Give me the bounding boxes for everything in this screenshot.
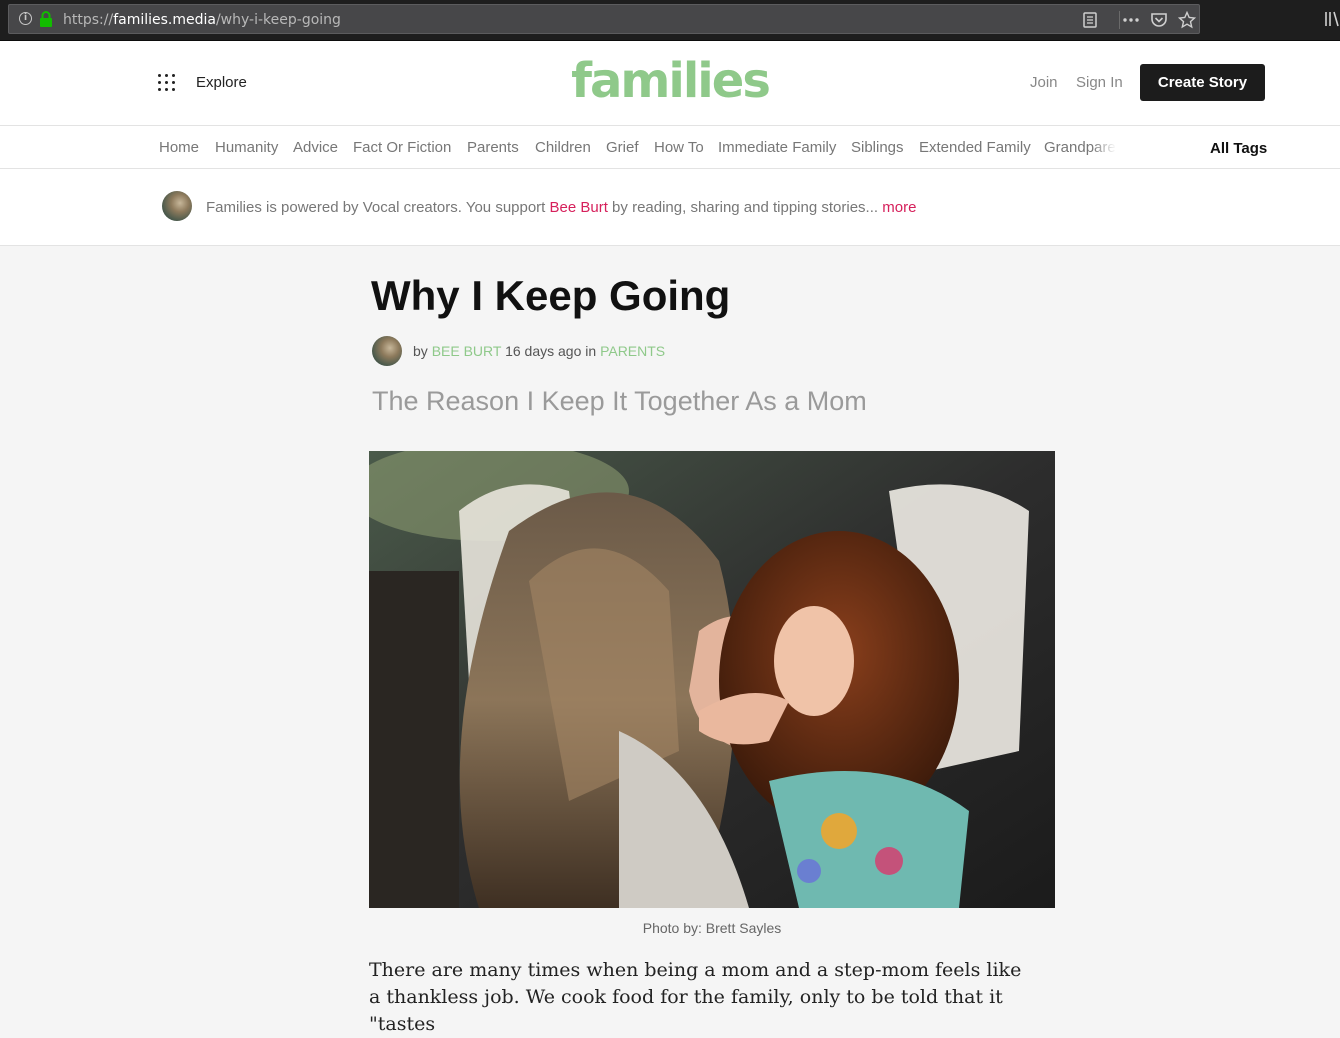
url-text[interactable]: https://families.media/why-i-keep-going [63, 12, 341, 28]
tag-how-to[interactable]: How To [654, 139, 704, 156]
reader-view-icon[interactable] [1081, 11, 1099, 29]
tag-advice[interactable]: Advice [293, 139, 338, 156]
tag-extended-family[interactable]: Extended Family [919, 139, 1031, 156]
library-icon[interactable] [1324, 10, 1340, 28]
join-link[interactable]: Join [1030, 74, 1058, 91]
sign-in-link[interactable]: Sign In [1076, 74, 1123, 91]
toolbar-separator [1119, 11, 1120, 29]
byline-time: 16 days ago in [501, 343, 601, 359]
pocket-icon[interactable] [1150, 11, 1168, 29]
tag-nav: Home Humanity Advice Fact Or Fiction Par… [0, 126, 1340, 169]
tag-home[interactable]: Home [159, 139, 199, 156]
site-logo[interactable]: families [0, 53, 1340, 109]
byline-author-link[interactable]: BEE BURT [432, 343, 502, 359]
create-story-button[interactable]: Create Story [1140, 64, 1265, 101]
browser-toolbar: i https://families.media/why-i-keep-goin… [0, 0, 1340, 41]
banner-more-link[interactable]: more [882, 199, 916, 216]
lock-icon[interactable] [39, 11, 53, 27]
author-avatar[interactable] [162, 191, 192, 221]
byline-category-link[interactable]: PARENTS [600, 343, 665, 359]
article-title: Why I Keep Going [371, 272, 731, 319]
banner-text-after: by reading, sharing and tipping stories.… [607, 199, 883, 216]
tag-humanity[interactable]: Humanity [215, 139, 278, 156]
tag-grief[interactable]: Grief [606, 139, 639, 156]
url-path: /why-i-keep-going [215, 12, 341, 28]
banner-text-before: Families is powered by Vocal creators. Y… [206, 199, 550, 216]
tag-grandparents[interactable]: Grandparents [1044, 139, 1116, 156]
photo-caption: Photo by: Brett Sayles [642, 920, 782, 936]
more-actions-icon[interactable] [1122, 11, 1140, 29]
article-subtitle: The Reason I Keep It Together As a Mom [372, 386, 867, 416]
tag-fact-or-fiction[interactable]: Fact Or Fiction [353, 139, 451, 156]
byline-text: by BEE BURT 16 days ago in PARENTS [413, 343, 665, 359]
url-scheme: https:// [63, 12, 114, 28]
all-tags-link[interactable]: All Tags [1210, 140, 1267, 157]
article-body: There are many times when being a mom an… [369, 959, 1022, 1035]
site-header: Explore families Join Sign In Create Sto… [0, 41, 1340, 126]
banner-author-link[interactable]: Bee Burt [550, 199, 608, 216]
bookmark-star-icon[interactable] [1178, 11, 1196, 29]
article-hero-photo [369, 451, 1055, 908]
byline-by: by [413, 343, 432, 359]
info-icon[interactable]: i [19, 12, 32, 25]
tag-parents[interactable]: Parents [467, 139, 519, 156]
tag-siblings[interactable]: Siblings [851, 139, 904, 156]
address-bar[interactable]: i https://families.media/why-i-keep-goin… [8, 4, 1200, 34]
creator-banner: Families is powered by Vocal creators. Y… [0, 169, 1340, 246]
banner-text: Families is powered by Vocal creators. Y… [206, 199, 916, 216]
url-host: families.media [113, 12, 216, 28]
byline-avatar[interactable] [372, 336, 402, 366]
tag-children[interactable]: Children [535, 139, 591, 156]
tag-immediate-family[interactable]: Immediate Family [718, 139, 836, 156]
